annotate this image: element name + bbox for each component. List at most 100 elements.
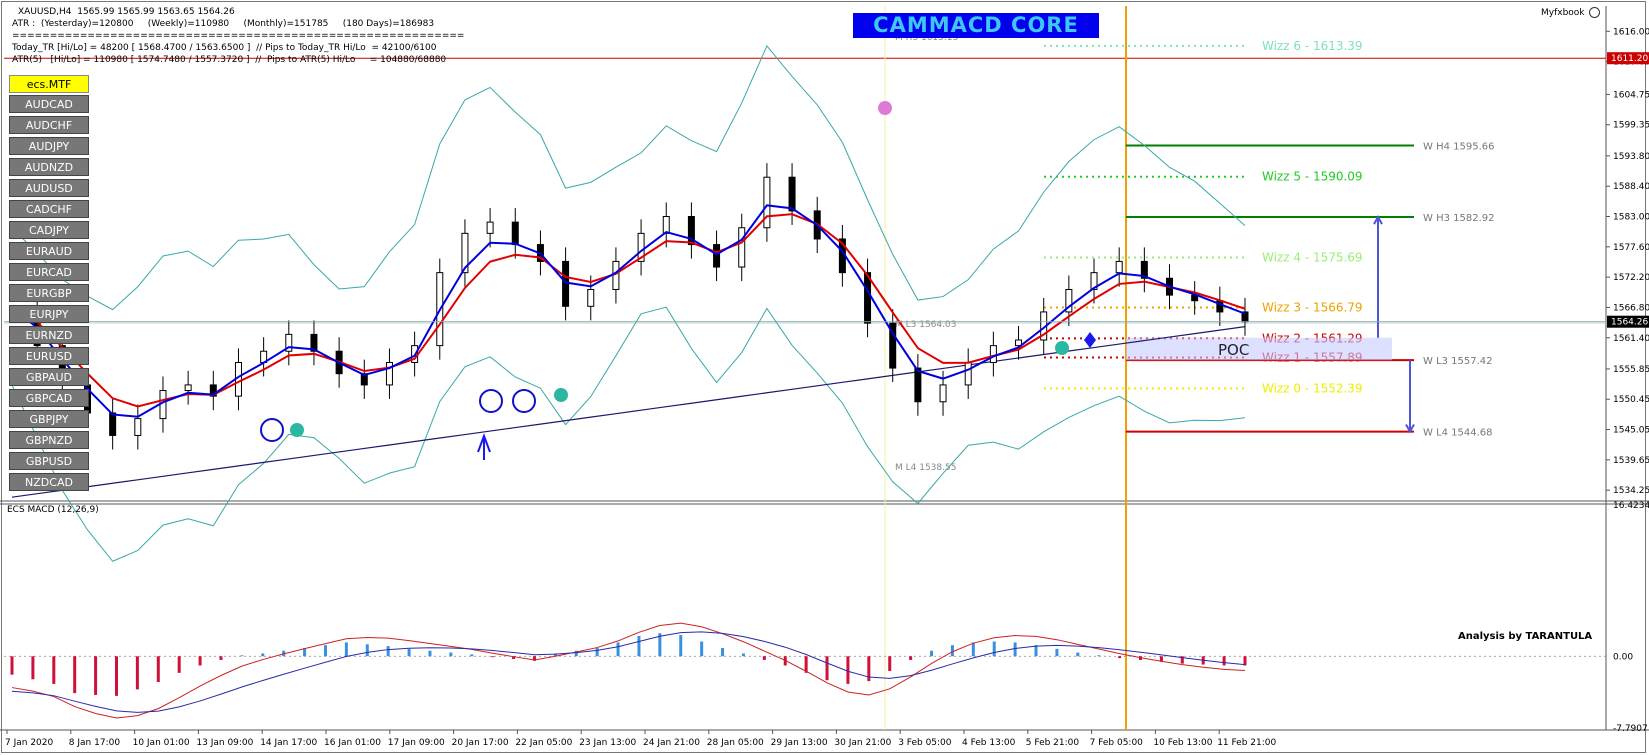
macd-histogram-bar (365, 644, 369, 657)
signal-dot (1055, 341, 1069, 355)
time-tick-label: 23 Jan 13:00 (579, 738, 636, 748)
symbol-button[interactable]: CADCHF (9, 200, 89, 218)
symbol-button[interactable]: GBPAUD (9, 368, 89, 386)
signal-dot (290, 423, 304, 437)
signal-ring (512, 389, 536, 413)
price-tick-label: 1593.80 (1613, 152, 1649, 162)
macd-histogram-bar (177, 656, 181, 673)
macd-histogram-bar (950, 645, 954, 657)
today-tr-line: Today_TR [Hi/Lo] = 48200 [ 1568.4700 / 1… (12, 43, 437, 53)
symbol-button[interactable]: EURCAD (9, 263, 89, 281)
time-tick-label: 10 Feb 13:00 (1153, 738, 1212, 748)
price-tick-label: 1616.00 (1613, 27, 1649, 37)
macd-histogram-bar (1118, 656, 1122, 659)
macd-histogram-bar (491, 656, 495, 658)
symbol-button[interactable]: AUDCAD (9, 95, 89, 113)
time-tick-label: 20 Jan 17:00 (452, 738, 509, 748)
symbol-button[interactable]: CADJPY (9, 221, 89, 239)
time-tick-label: 7 Feb 05:00 (1090, 738, 1144, 748)
time-tick-label: 5 Feb 21:00 (1026, 738, 1080, 748)
candle-body (587, 288, 595, 307)
macd-histogram-bar (930, 650, 934, 657)
time-tick-label: 28 Jan 05:00 (707, 738, 764, 748)
chart-canvas[interactable]: 1616.001610.651604.751599.351593.801588.… (0, 0, 1649, 755)
symbol-button[interactable]: GBPNZD (9, 431, 89, 449)
macd-histogram-bar (825, 656, 829, 681)
symbol-button[interactable]: EURAUD (9, 242, 89, 260)
price-tick-label: 1588.40 (1613, 182, 1649, 192)
poc-zone (1126, 337, 1392, 361)
weekly-level-label: W H4 1595.66 (1423, 141, 1494, 152)
candle-body (109, 412, 117, 436)
macd-histogram-bar (386, 646, 390, 657)
symbol-button[interactable]: GBPJPY (9, 410, 89, 428)
macd-histogram-bar (94, 656, 98, 695)
time-tick-label: 30 Jan 21:00 (834, 738, 891, 748)
candle-body (134, 418, 142, 436)
time-tick-label: 29 Jan 13:00 (771, 738, 828, 748)
weekly-level-label: W L3 1557.42 (1423, 356, 1493, 367)
atr-line: ATR : (Yesterday)=120800 (Weekly)=110980… (12, 19, 435, 29)
symbol-button[interactable]: GBPUSD (9, 452, 89, 470)
macd-histogram-bar (616, 642, 620, 657)
macd-histogram-bar (73, 656, 77, 694)
price-tick-label: 1539.65 (1613, 456, 1649, 466)
symbol-button[interactable]: AUDUSD (9, 179, 89, 197)
signal-ring (479, 389, 503, 413)
price-tick-label: 1555.85 (1613, 365, 1649, 375)
macd-histogram-bar (1013, 642, 1017, 657)
macd-histogram-bar (219, 656, 223, 660)
macd-histogram-bar (1222, 656, 1226, 666)
time-tick-label: 11 Feb 21:00 (1217, 738, 1276, 748)
macd-histogram-bar (31, 656, 35, 680)
price-tick-label: 1599.35 (1613, 121, 1649, 131)
macd-histogram-bar (114, 656, 118, 696)
atr5-line: ATR(5) [Hi/Lo] = 110980 [ 1574.7480 / 15… (12, 55, 447, 65)
macd-line (11, 622, 1246, 719)
candle-body (914, 367, 922, 403)
candle-body (662, 216, 670, 234)
macd-histogram-bar (637, 635, 641, 657)
candle-body (989, 345, 997, 363)
weekly-level-label: W L4 1544.68 (1423, 428, 1493, 439)
candle-body (939, 384, 947, 403)
candle-body (1115, 260, 1123, 274)
time-tick-label: 4 Feb 13:00 (962, 738, 1016, 748)
macd-histogram-bar (261, 653, 265, 657)
symbol-button[interactable]: EURJPY (9, 305, 89, 323)
symbol-line: XAUUSD,H4 1565.99 1565.99 1563.65 1564.2… (18, 7, 235, 17)
candle-body (486, 221, 494, 234)
symbol-button[interactable]: GBPCAD (9, 389, 89, 407)
price-tick-label: 1545.05 (1613, 426, 1649, 436)
time-tick-label: 7 Jan 2020 (5, 738, 53, 748)
symbol-button-active[interactable]: ecs.MTF (9, 75, 89, 93)
signal-dot (878, 101, 892, 115)
macd-histogram-bar (741, 653, 745, 657)
symbol-button[interactable]: EURNZD (9, 326, 89, 344)
macd-histogram-bar (156, 656, 160, 683)
symbol-button[interactable]: AUDCHF (9, 116, 89, 134)
time-tick-label: 13 Jan 09:00 (196, 738, 253, 748)
candle-body (511, 221, 519, 246)
symbol-button[interactable]: AUDNZD (9, 158, 89, 176)
symbol-button[interactable]: NZDCAD (9, 473, 89, 491)
candle-body (562, 260, 570, 307)
current-price-label: 1564.26 (1611, 318, 1648, 328)
symbol-button[interactable]: EURGBP (9, 284, 89, 302)
candle-body (738, 227, 746, 268)
macd-histogram-bar (1055, 648, 1059, 657)
price-tick-label: 1550.45 (1613, 395, 1649, 405)
time-tick-label: 3 Feb 05:00 (898, 738, 952, 748)
candle-body (713, 244, 721, 268)
macd-histogram-bar (407, 648, 411, 657)
macd-histogram-bar (846, 656, 850, 684)
symbol-button[interactable]: EURUSD (9, 347, 89, 365)
time-tick-label: 24 Jan 21:00 (643, 738, 700, 748)
macd-title: ECS MACD (12,26,9) (7, 505, 99, 515)
time-tick-label: 8 Jan 17:00 (69, 738, 121, 748)
price-tick-label: 1577.60 (1613, 243, 1649, 253)
symbol-button[interactable]: AUDJPY (9, 137, 89, 155)
macd-histogram-bar (323, 645, 327, 657)
ema-blue-line (11, 204, 1246, 418)
brand-label: Myfxbook (1541, 8, 1585, 18)
